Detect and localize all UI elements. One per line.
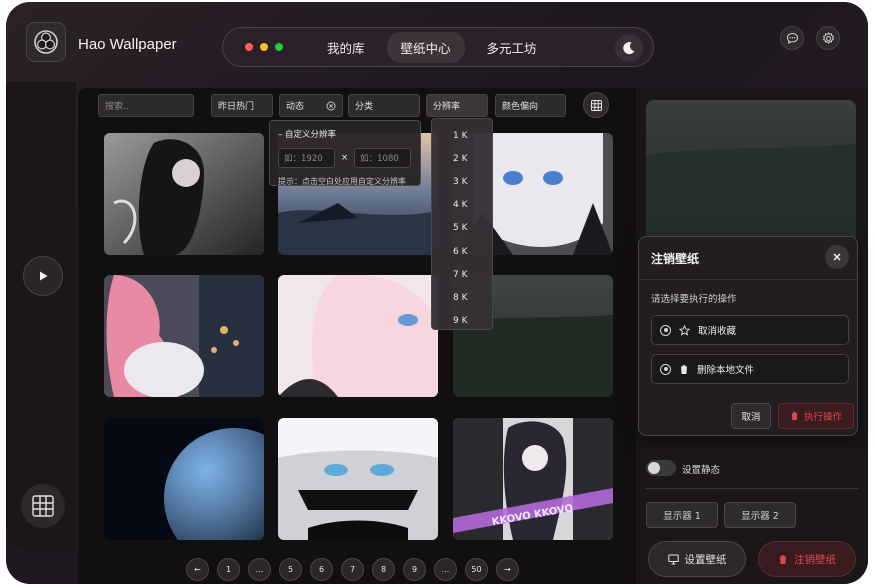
app-name: Hao Wallpaper (78, 36, 177, 53)
monitor-icon (667, 554, 679, 564)
resolution-option[interactable]: 6 K (432, 240, 492, 263)
filter-resolution[interactable]: 分辨率 (426, 94, 488, 117)
wallpaper-preview (646, 100, 856, 250)
unregister-wallpaper-label: 注销壁纸 (794, 553, 836, 566)
play-icon (40, 271, 48, 281)
filter-color[interactable]: 颜色偏向 (495, 94, 566, 117)
gallery-area: 搜索.. 昨日热门 动态 分类 分辨率 颜色偏向 KKOVO KKOVO – 自… (78, 88, 636, 584)
static-toggle[interactable] (646, 460, 676, 476)
theme-toggle-button[interactable] (615, 34, 643, 62)
grid-icon (32, 495, 54, 517)
custom-resolution-popover: – 自定义分辨率 如：1920 × 如：1080 提示：点击空白处应用自定义分辨… (269, 120, 421, 186)
option-unfavorite[interactable]: 取消收藏 (651, 315, 849, 345)
dialog-title: 注销壁纸 (651, 252, 700, 266)
set-wallpaper-label: 设置壁纸 (684, 553, 727, 566)
tile-layout-button[interactable] (21, 484, 65, 528)
trash-icon (680, 364, 688, 374)
resolution-option[interactable]: 8 K (432, 286, 492, 309)
window-controls (245, 43, 283, 51)
wallpaper-thumb[interactable]: KKOVO KKOVO (453, 418, 613, 540)
wallpaper-thumb[interactable] (104, 133, 264, 255)
dialog-divider (639, 279, 857, 280)
close-icon (833, 253, 841, 261)
page-button[interactable]: 9 (403, 558, 426, 581)
maximize-dot[interactable] (275, 43, 283, 51)
resolution-option[interactable]: 7 K (432, 263, 492, 286)
divider (646, 488, 858, 489)
dialog-execute-button[interactable]: 执行操作 (778, 403, 854, 429)
resolution-option[interactable]: 5 K (432, 217, 492, 240)
page-ellipsis[interactable]: ... (434, 558, 457, 581)
clear-icon[interactable] (326, 101, 336, 111)
nav-workshop[interactable]: 多元工坊 (473, 32, 551, 63)
filter-dynamic-label: 动态 (286, 102, 305, 112)
custom-resolution-title: – 自定义分辨率 (278, 130, 336, 140)
search-input[interactable]: 搜索.. (98, 94, 194, 117)
page-button[interactable]: 6 (310, 558, 333, 581)
page-ellipsis[interactable]: ... (248, 558, 271, 581)
unregister-dialog: 注销壁纸 请选择要执行的操作 取消收藏 删除本地文件 取消 执行操作 (638, 236, 858, 436)
pagination: ← 1 ... 5 6 7 8 9 ... 50 → (186, 558, 519, 581)
chat-button[interactable] (780, 26, 804, 50)
monitor-2-button[interactable]: 显示器 2 (724, 502, 796, 528)
resolution-option[interactable]: 9 K (432, 310, 492, 333)
close-dot[interactable] (245, 43, 253, 51)
next-page-button[interactable]: → (496, 558, 519, 581)
page-button[interactable]: 50 (465, 558, 488, 581)
nav-wallpaper-center[interactable]: 壁纸中心 (386, 31, 465, 63)
gear-icon (822, 31, 834, 44)
dialog-close-button[interactable] (825, 245, 849, 269)
dialog-execute-label: 执行操作 (803, 412, 842, 423)
unregister-wallpaper-button[interactable]: 注销壁纸 (758, 541, 856, 577)
height-input[interactable]: 如：1080 (354, 148, 412, 168)
grid-view-icon (590, 99, 602, 111)
dialog-cancel-button[interactable]: 取消 (731, 403, 771, 429)
resolution-option[interactable]: 2 K (432, 147, 492, 170)
filter-category[interactable]: 分类 (348, 94, 420, 117)
wallpaper-thumb[interactable] (278, 418, 438, 540)
custom-resolution-hint: 提示：点击空白处应用自定义分辨率 (278, 177, 406, 186)
radio-icon (660, 363, 671, 375)
resolution-dropdown: 1 K 2 K 3 K 4 K 5 K 6 K 7 K 8 K 9 K (431, 118, 493, 330)
option-unfavorite-label: 取消收藏 (698, 326, 737, 337)
moon-icon (623, 42, 635, 55)
wallpaper-thumb[interactable] (104, 275, 264, 397)
trash-icon (790, 412, 799, 421)
play-button[interactable] (23, 256, 63, 296)
page-button[interactable]: 7 (341, 558, 364, 581)
view-mode-button[interactable] (583, 92, 609, 118)
nav-my-library[interactable]: 我的库 (313, 32, 379, 63)
radio-icon (660, 324, 671, 336)
page-button[interactable]: 5 (279, 558, 302, 581)
resolution-option[interactable]: 3 K (432, 170, 492, 193)
page-button[interactable]: 8 (372, 558, 395, 581)
width-input[interactable]: 如：1920 (278, 148, 335, 168)
static-toggle-label: 设置静态 (682, 465, 721, 476)
chat-bubble-icon (786, 32, 798, 44)
settings-button[interactable] (816, 26, 840, 50)
wallpaper-thumb[interactable] (104, 418, 264, 540)
trash-icon (779, 554, 787, 564)
app-logo (26, 22, 66, 62)
top-nav: 我的库 壁纸中心 多元工坊 (222, 27, 654, 67)
left-rail (6, 82, 76, 552)
times-sign: × (341, 153, 349, 163)
filter-dynamic[interactable]: 动态 (279, 94, 343, 117)
resolution-option[interactable]: 4 K (432, 194, 492, 217)
page-button[interactable]: 1 (217, 558, 240, 581)
star-icon (679, 324, 690, 336)
set-wallpaper-button[interactable]: 设置壁纸 (648, 541, 746, 577)
dialog-prompt: 请选择要执行的操作 (651, 294, 737, 305)
option-delete-local-label: 删除本地文件 (697, 365, 755, 376)
monitor-1-button[interactable]: 显示器 1 (646, 502, 718, 528)
filter-hot[interactable]: 昨日热门 (211, 94, 273, 117)
minimize-dot[interactable] (260, 43, 268, 51)
resolution-option[interactable]: 1 K (432, 124, 492, 147)
option-delete-local[interactable]: 删除本地文件 (651, 354, 849, 384)
prev-page-button[interactable]: ← (186, 558, 209, 581)
wallpaper-thumb[interactable] (278, 275, 438, 397)
